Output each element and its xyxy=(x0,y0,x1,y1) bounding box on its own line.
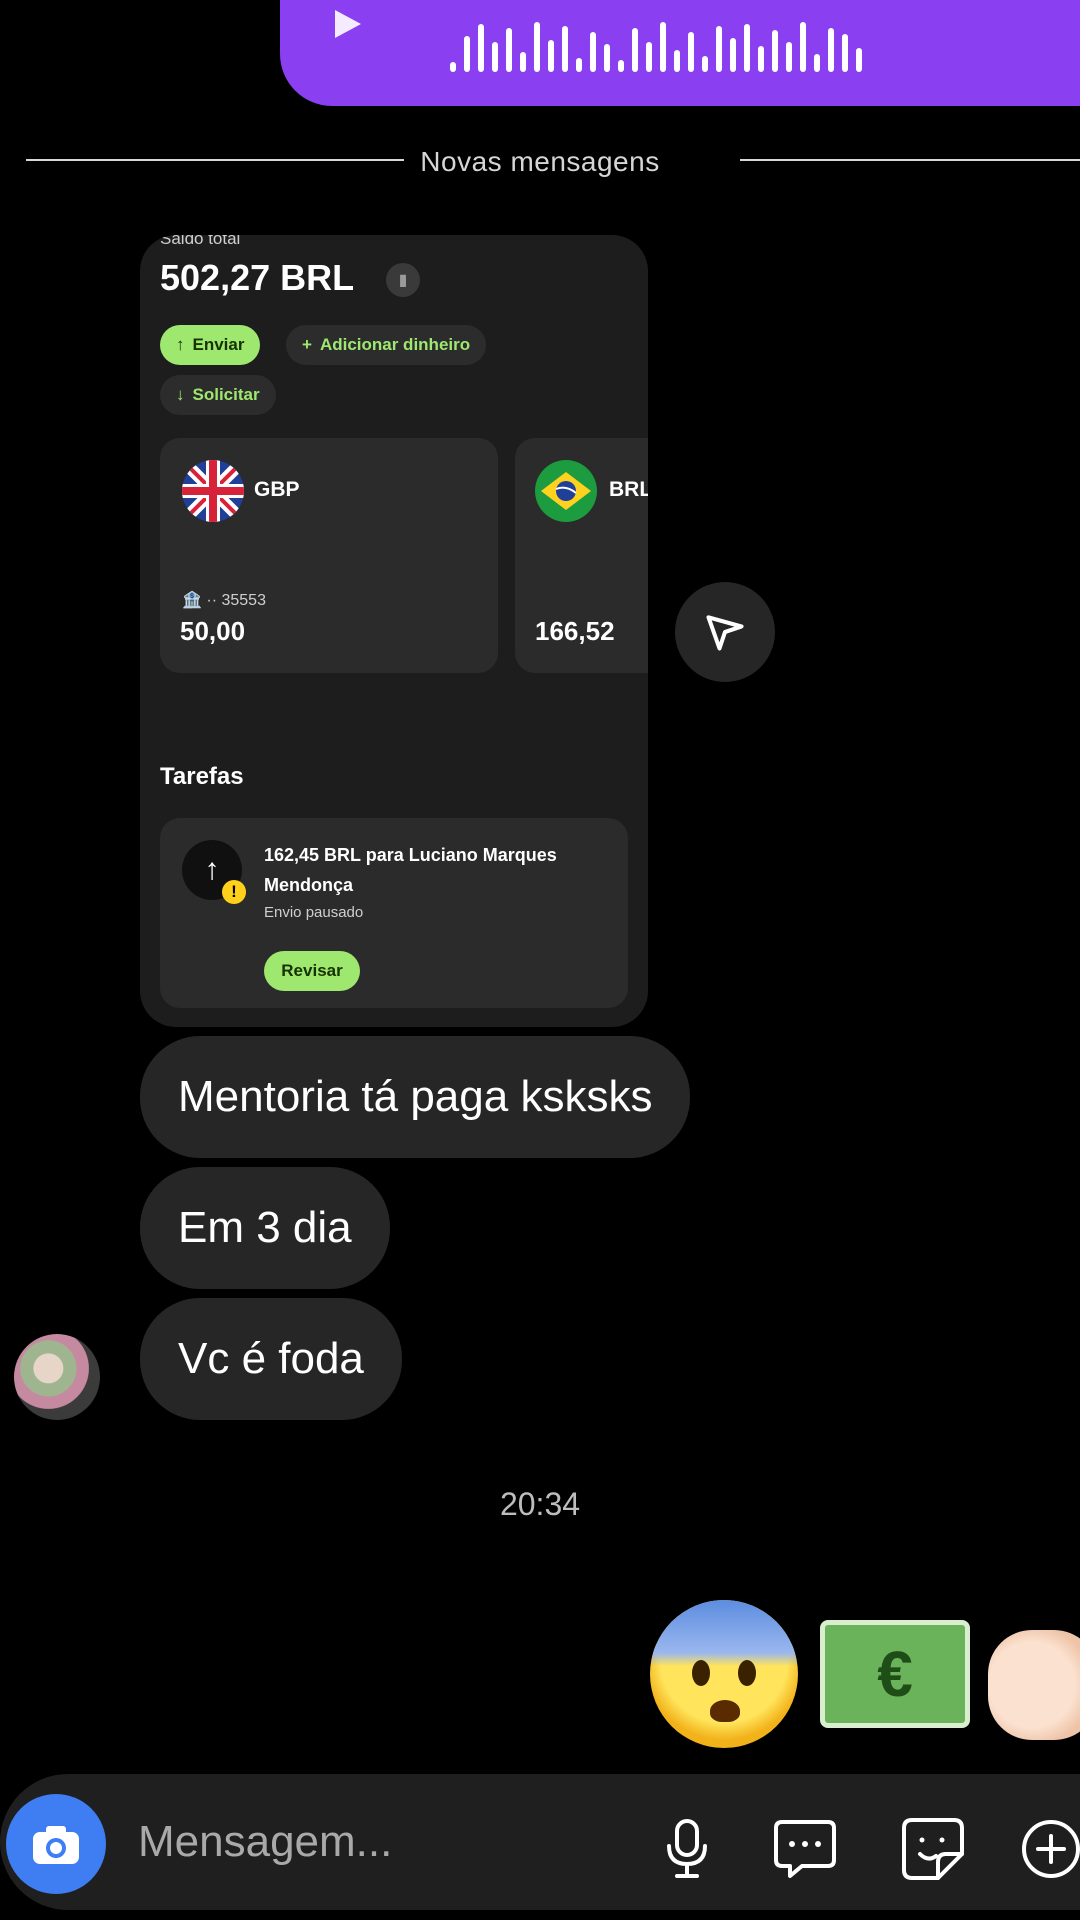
request-button[interactable]: ↓ Solicitar xyxy=(160,375,276,415)
fearful-face-emoji xyxy=(650,1600,798,1748)
account-currency-code: GBP xyxy=(254,478,300,501)
share-button[interactable] xyxy=(675,582,775,682)
divider-line-right xyxy=(740,159,1080,161)
microphone-button[interactable] xyxy=(650,1812,724,1886)
shared-image-bubble[interactable]: Saldo total 502,27 BRL ▮ ↑ Enviar + Adic… xyxy=(140,235,648,1027)
message-input[interactable] xyxy=(138,1812,538,1872)
chart-icon: ▮ xyxy=(386,263,420,297)
account-currency-code: BRL xyxy=(609,478,648,501)
bank-account-number: 🏦 ·· 35553 xyxy=(182,590,266,610)
message-composer xyxy=(0,1774,1080,1910)
balance-label: Saldo total xyxy=(160,235,241,248)
total-balance: 502,27 BRL xyxy=(160,257,355,298)
account-number-text: ·· 35553 xyxy=(206,592,266,609)
warning-icon: ! xyxy=(222,880,246,904)
arrow-down-icon: ↓ xyxy=(176,385,185,404)
brazil-flag-icon xyxy=(535,460,597,522)
audio-waveform xyxy=(450,20,862,72)
send-button[interactable]: ↑ Enviar xyxy=(160,325,261,365)
account-card-brl[interactable]: BRL 166,52 xyxy=(515,438,648,673)
uk-flag-icon xyxy=(182,460,244,522)
euro-banknote-emoji: € xyxy=(820,1620,970,1728)
tasks-heading: Tarefas xyxy=(160,763,244,790)
task-title: 162,45 BRL para Luciano Marques Mendonça xyxy=(264,845,557,895)
add-button[interactable] xyxy=(1014,1812,1080,1886)
camera-icon xyxy=(33,1826,79,1864)
message-timestamp: 20:34 xyxy=(499,1486,581,1522)
voice-message-bubble[interactable] xyxy=(280,0,1080,106)
add-money-button-label: Adicionar dinheiro xyxy=(319,335,471,354)
message-bubble[interactable]: Mentoria tá paga ksksks xyxy=(140,1036,691,1158)
message-bubble[interactable]: Vc é foda xyxy=(140,1298,402,1420)
task-card[interactable]: ↑ ! 162,45 BRL para Luciano Marques Mend… xyxy=(160,818,628,1008)
sticker-icon xyxy=(902,1818,964,1880)
send-button-label: Enviar xyxy=(192,335,245,354)
arrow-up-icon: ↑ xyxy=(176,335,185,354)
sticker-button[interactable] xyxy=(896,1812,970,1886)
new-messages-divider: Novas mensagens xyxy=(0,140,1080,180)
plus-icon: + xyxy=(302,335,312,354)
account-balance: 166,52 xyxy=(535,616,615,646)
plus-circle-icon xyxy=(1022,1820,1080,1878)
review-button[interactable]: Revisar xyxy=(264,951,360,991)
message-bubble[interactable]: Em 3 dia xyxy=(140,1167,390,1289)
handshake-emoji xyxy=(988,1630,1080,1740)
microphone-icon xyxy=(667,1819,707,1878)
task-status: Envio pausado xyxy=(264,904,364,921)
chat-bubble-dots-icon xyxy=(774,1820,836,1878)
request-button-label: Solicitar xyxy=(192,385,260,404)
chat-options-button[interactable] xyxy=(768,1812,842,1886)
divider-label: Novas mensagens xyxy=(420,146,660,177)
camera-button[interactable] xyxy=(6,1794,106,1894)
play-icon[interactable] xyxy=(335,10,361,38)
account-balance: 50,00 xyxy=(180,616,246,646)
account-card-gbp[interactable]: GBP 🏦 ·· 35553 50,00 xyxy=(160,438,498,673)
contact-avatar[interactable] xyxy=(14,1334,100,1420)
paper-plane-icon xyxy=(706,615,744,651)
bank-icon: 🏦 xyxy=(182,592,202,609)
add-money-button[interactable]: + Adicionar dinheiro xyxy=(286,325,487,365)
